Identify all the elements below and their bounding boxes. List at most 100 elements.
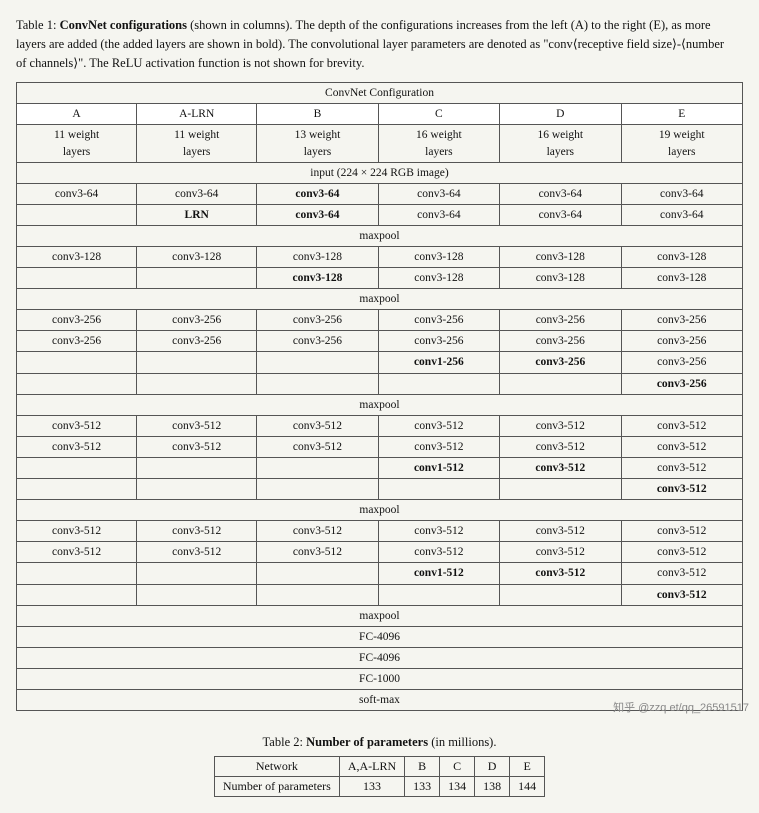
b4r3-alrn bbox=[137, 457, 257, 478]
b5r3-c: conv1-512 bbox=[378, 563, 499, 584]
b2r2-alrn bbox=[137, 268, 257, 289]
b3r2-e: conv3-256 bbox=[621, 331, 742, 352]
block5-row3: conv1-512 conv3-512 conv3-512 bbox=[17, 563, 743, 584]
b4r1-e: conv3-512 bbox=[621, 415, 742, 436]
b1r1-alrn: conv3-64 bbox=[137, 183, 257, 204]
b5r1-a: conv3-512 bbox=[17, 521, 137, 542]
b5r4-b bbox=[257, 584, 378, 605]
col-b: B bbox=[257, 104, 378, 125]
b2r2-c: conv3-128 bbox=[378, 268, 499, 289]
b3r4-alrn bbox=[137, 373, 257, 394]
wl-a: 11 weightlayers bbox=[17, 125, 137, 162]
maxpool3: maxpool bbox=[17, 394, 743, 415]
maxpool1-row: maxpool bbox=[17, 225, 743, 246]
b5r3-alrn bbox=[137, 563, 257, 584]
ph-e: E bbox=[510, 757, 545, 777]
b3r1-alrn: conv3-256 bbox=[137, 310, 257, 331]
b5r2-a: conv3-512 bbox=[17, 542, 137, 563]
caption-title: ConvNet configurations bbox=[60, 18, 187, 32]
weight-layers-row: 11 weightlayers 11 weightlayers 13 weigh… bbox=[17, 125, 743, 162]
block2-row2: conv3-128 conv3-128 conv3-128 conv3-128 bbox=[17, 268, 743, 289]
b2r2-b: conv3-128 bbox=[257, 268, 378, 289]
b3r4-a bbox=[17, 373, 137, 394]
pv-label: Number of parameters bbox=[214, 777, 339, 797]
b4r4-c bbox=[378, 479, 499, 500]
b4r2-b: conv3-512 bbox=[257, 436, 378, 457]
maxpool3-row: maxpool bbox=[17, 394, 743, 415]
input-row: input (224 × 224 RGB image) bbox=[17, 162, 743, 183]
watermark: 知乎 @zzq et/qq_26591517 bbox=[613, 699, 749, 715]
b4r1-a: conv3-512 bbox=[17, 415, 137, 436]
col-d: D bbox=[500, 104, 621, 125]
col-e: E bbox=[621, 104, 742, 125]
config-header: ConvNet Configuration bbox=[17, 83, 743, 104]
b4r2-c: conv3-512 bbox=[378, 436, 499, 457]
b4r3-b bbox=[257, 457, 378, 478]
b4r3-e: conv3-512 bbox=[621, 457, 742, 478]
fc1000: FC-1000 bbox=[17, 668, 743, 689]
b3r1-d: conv3-256 bbox=[500, 310, 621, 331]
b1r2-d: conv3-64 bbox=[500, 204, 621, 225]
b5r1-alrn: conv3-512 bbox=[137, 521, 257, 542]
column-header-row: A A-LRN B C D E bbox=[17, 104, 743, 125]
table2-caption: Table 2: Number of parameters (in millio… bbox=[16, 735, 743, 750]
maxpool4: maxpool bbox=[17, 500, 743, 521]
b1r1-a: conv3-64 bbox=[17, 183, 137, 204]
b3r2-a: conv3-256 bbox=[17, 331, 137, 352]
b1r2-b: conv3-64 bbox=[257, 204, 378, 225]
b5r1-b: conv3-512 bbox=[257, 521, 378, 542]
b3r3-e: conv3-256 bbox=[621, 352, 742, 373]
b4r4-a bbox=[17, 479, 137, 500]
maxpool1: maxpool bbox=[17, 225, 743, 246]
maxpool5-row: maxpool bbox=[17, 605, 743, 626]
params-table: Network A,A-LRN B C D E Number of parame… bbox=[214, 756, 545, 797]
b3r1-c: conv3-256 bbox=[378, 310, 499, 331]
b5r4-c bbox=[378, 584, 499, 605]
b5r4-a bbox=[17, 584, 137, 605]
b5r1-e: conv3-512 bbox=[621, 521, 742, 542]
b4r1-c: conv3-512 bbox=[378, 415, 499, 436]
b1r2-alrn: LRN bbox=[137, 204, 257, 225]
b5r1-c: conv3-512 bbox=[378, 521, 499, 542]
block3-row1: conv3-256 conv3-256 conv3-256 conv3-256 … bbox=[17, 310, 743, 331]
block3-row2: conv3-256 conv3-256 conv3-256 conv3-256 … bbox=[17, 331, 743, 352]
b5r2-alrn: conv3-512 bbox=[137, 542, 257, 563]
b3r2-alrn: conv3-256 bbox=[137, 331, 257, 352]
b5r4-e: conv3-512 bbox=[621, 584, 742, 605]
params-header-row: Network A,A-LRN B C D E bbox=[214, 757, 544, 777]
col-a: A bbox=[17, 104, 137, 125]
ph-alrn: A,A-LRN bbox=[339, 757, 404, 777]
convnet-config-table: ConvNet Configuration A A-LRN B C D E 11… bbox=[16, 82, 743, 711]
b3r1-a: conv3-256 bbox=[17, 310, 137, 331]
fc1000-row: FC-1000 bbox=[17, 668, 743, 689]
b5r4-alrn bbox=[137, 584, 257, 605]
b2r1-b: conv3-128 bbox=[257, 247, 378, 268]
b5r3-d: conv3-512 bbox=[500, 563, 621, 584]
b3r4-c bbox=[378, 373, 499, 394]
block3-row4: conv3-256 bbox=[17, 373, 743, 394]
pv-c: 134 bbox=[440, 777, 475, 797]
wl-c: 16 weightlayers bbox=[378, 125, 499, 162]
b1r1-b: conv3-64 bbox=[257, 183, 378, 204]
ph-b: B bbox=[405, 757, 440, 777]
block4-row2: conv3-512 conv3-512 conv3-512 conv3-512 … bbox=[17, 436, 743, 457]
b2r1-alrn: conv3-128 bbox=[137, 247, 257, 268]
b4r3-c: conv1-512 bbox=[378, 457, 499, 478]
config-title-row: ConvNet Configuration bbox=[17, 83, 743, 104]
wl-alrn: 11 weightlayers bbox=[137, 125, 257, 162]
table1-caption: Table 1: ConvNet configurations (shown i… bbox=[16, 16, 736, 72]
input-header: input (224 × 224 RGB image) bbox=[17, 162, 743, 183]
b2r2-e: conv3-128 bbox=[621, 268, 742, 289]
b4r1-alrn: conv3-512 bbox=[137, 415, 257, 436]
b1r2-c: conv3-64 bbox=[378, 204, 499, 225]
b1r1-c: conv3-64 bbox=[378, 183, 499, 204]
b2r2-d: conv3-128 bbox=[500, 268, 621, 289]
b2r1-c: conv3-128 bbox=[378, 247, 499, 268]
block5-row1: conv3-512 conv3-512 conv3-512 conv3-512 … bbox=[17, 521, 743, 542]
b4r4-d bbox=[500, 479, 621, 500]
pv-b: 133 bbox=[405, 777, 440, 797]
maxpool2-row: maxpool bbox=[17, 289, 743, 310]
b3r4-b bbox=[257, 373, 378, 394]
wl-e: 19 weightlayers bbox=[621, 125, 742, 162]
ph-d: D bbox=[475, 757, 510, 777]
